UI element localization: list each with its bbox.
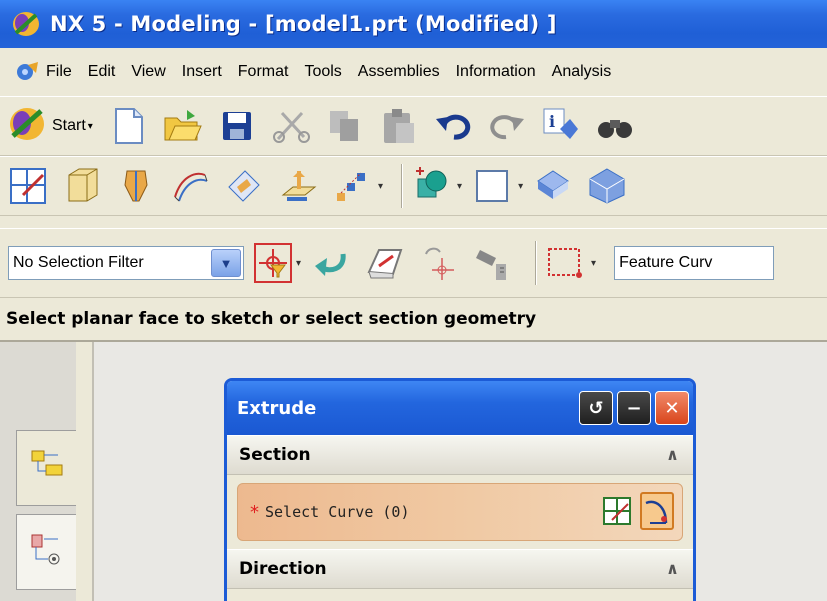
selection-filter-arrow-icon[interactable]: ▼ [211, 249, 241, 277]
window-title: NX 5 - Modeling - [model1.prt (Modified)… [50, 12, 557, 36]
curve-select-button[interactable] [640, 492, 674, 530]
undo-icon[interactable] [433, 106, 473, 146]
menu-edit[interactable]: Edit [88, 63, 116, 81]
open-folder-icon[interactable] [163, 106, 203, 146]
menu-file[interactable]: File [46, 63, 72, 81]
selection-toolbar: No Selection Filter ▼ ▾ ▾ Feature Curv [0, 228, 827, 298]
rectangle-dropdown-icon[interactable]: ▾ [518, 181, 523, 192]
select-curve-label: Select Curve (0) [265, 503, 410, 521]
menu-insert[interactable]: Insert [182, 63, 222, 81]
redo-icon[interactable] [487, 106, 527, 146]
sketch-section-button[interactable] [600, 492, 634, 530]
title-bar: NX 5 - Modeling - [model1.prt (Modified)… [0, 0, 827, 48]
save-icon[interactable] [217, 106, 257, 146]
sketch-icon[interactable] [8, 166, 48, 206]
selection-filter-value: No Selection Filter [13, 254, 144, 271]
blend-icon[interactable] [224, 166, 264, 206]
start-dropdown-icon: ▾ [87, 120, 93, 132]
direction-group-label: Direction [239, 559, 327, 579]
cue-line-text: Select planar face to sketch or select s… [6, 309, 537, 329]
reset-icon: ↺ [588, 397, 604, 419]
swept-icon[interactable] [170, 166, 210, 206]
extrude-icon[interactable] [62, 166, 102, 206]
close-button[interactable]: ✕ [655, 391, 689, 425]
menu-bar: File Edit View Insert Format Tools Assem… [0, 48, 827, 96]
menu-tools[interactable]: Tools [304, 63, 341, 81]
dialog-title-bar: Extrude ↺ − ✕ [227, 381, 693, 435]
binoculars-icon[interactable] [595, 106, 635, 146]
extrude-dialog: Extrude ↺ − ✕ Section ∧ * Select Curve (… [224, 378, 696, 601]
close-icon: ✕ [664, 397, 680, 419]
nx-logo-icon [12, 11, 40, 37]
back-arrow-icon[interactable] [311, 243, 351, 283]
part-navigator-icon [28, 531, 66, 573]
rectangle-select-icon[interactable] [545, 243, 585, 283]
collapse-up-icon[interactable]: ∧ [666, 445, 679, 464]
feature-operation-dropdown-icon[interactable]: ▾ [457, 181, 462, 192]
part-navigator-tab[interactable] [16, 514, 76, 590]
view-orient-icon[interactable] [533, 166, 573, 206]
menu-format[interactable]: Format [238, 63, 289, 81]
toolbar-separator [535, 241, 538, 285]
revolve-icon[interactable] [116, 166, 156, 206]
standard-toolbar: Start ▾ i [0, 96, 827, 156]
resource-bar [0, 342, 92, 601]
menu-view[interactable]: View [131, 63, 165, 81]
snap-point-icon[interactable] [419, 243, 459, 283]
reset-button[interactable]: ↺ [579, 391, 613, 425]
collapse-button[interactable]: − [617, 391, 651, 425]
curve-rule-value: Feature Curv [619, 254, 713, 271]
feature-toolbar: ▾ ▾ ▾ [0, 156, 827, 216]
rectangle-select-dropdown-icon[interactable]: ▾ [591, 258, 596, 269]
svg-text:i: i [549, 112, 555, 131]
cue-line: Select planar face to sketch or select s… [0, 298, 827, 342]
toolbar-separator [401, 164, 404, 208]
minus-icon: − [626, 397, 642, 419]
shaded-view-icon[interactable] [587, 166, 627, 206]
selection-filter-dropdown[interactable]: No Selection Filter ▼ [8, 246, 244, 280]
section-group-header[interactable]: Section ∧ [227, 435, 693, 475]
datum-plane-icon[interactable] [278, 166, 318, 206]
menu-gear-icon[interactable] [14, 59, 40, 85]
start-label: Start [52, 117, 86, 134]
nx-start-icon [8, 105, 46, 147]
menu-assemblies[interactable]: Assemblies [358, 63, 440, 81]
copy-icon[interactable] [325, 106, 365, 146]
new-file-icon[interactable] [109, 106, 149, 146]
cut-icon[interactable] [271, 106, 311, 146]
dialog-title: Extrude [237, 397, 317, 419]
feature-operation-icon[interactable] [411, 166, 451, 206]
menu-analysis[interactable]: Analysis [552, 63, 612, 81]
collapse-up-icon[interactable]: ∧ [666, 559, 679, 578]
curve-rule-dropdown[interactable]: Feature Curv [614, 246, 775, 280]
assembly-navigator-tab[interactable] [16, 430, 76, 506]
select-filter-dropdown-icon[interactable]: ▾ [296, 258, 301, 269]
start-button[interactable]: Start ▾ [8, 105, 93, 147]
rectangle-icon[interactable] [472, 166, 512, 206]
pattern-icon[interactable] [332, 166, 372, 206]
assembly-navigator-icon [28, 447, 66, 489]
direction-group-header[interactable]: Direction ∧ [227, 549, 693, 589]
menu-information[interactable]: Information [456, 63, 536, 81]
select-curve-row[interactable]: * Select Curve (0) [237, 483, 683, 541]
assembly-select-icon[interactable] [473, 243, 513, 283]
information-icon[interactable]: i [541, 106, 581, 146]
section-group-label: Section [239, 445, 311, 465]
face-select-icon[interactable] [365, 243, 405, 283]
paste-icon[interactable] [379, 106, 419, 146]
pattern-dropdown-icon[interactable]: ▾ [378, 181, 383, 192]
required-marker: * [250, 501, 259, 523]
select-filter-icon[interactable] [254, 243, 292, 283]
